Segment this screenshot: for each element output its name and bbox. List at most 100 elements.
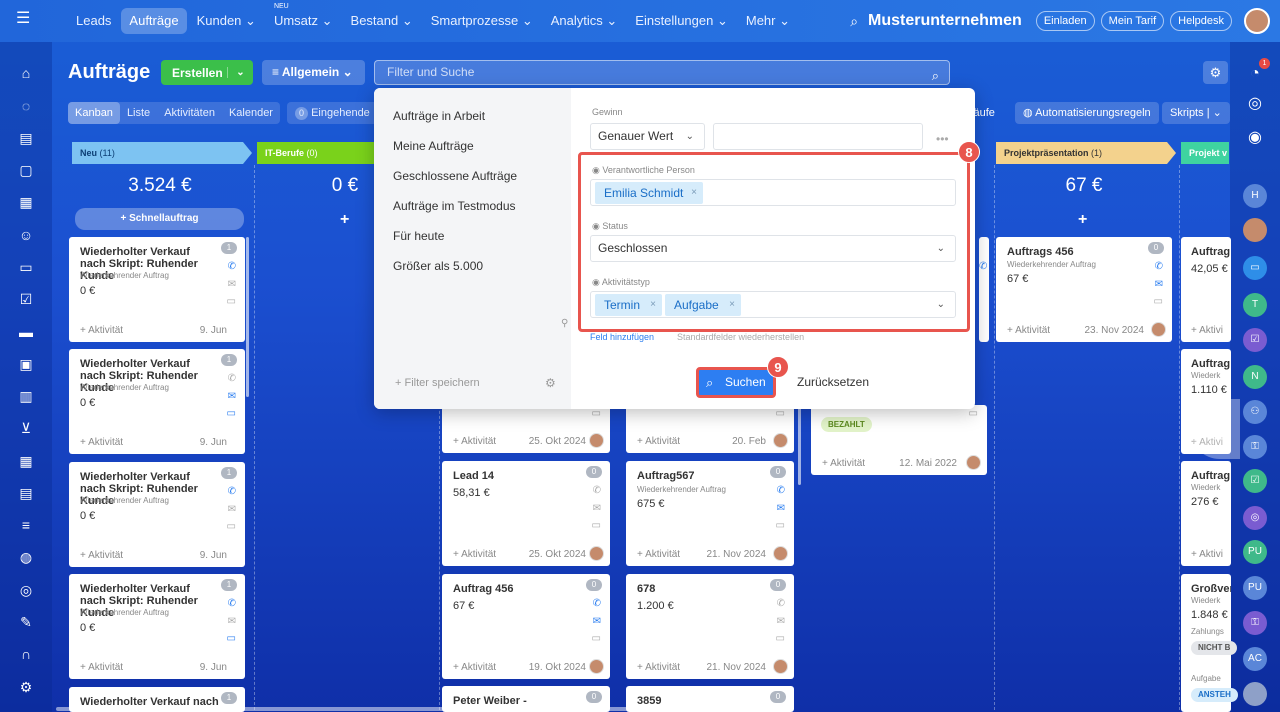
deal-card[interactable]: Lead 14 58,31 € 0 ✆ ✉ ▭ + Aktivität 25. … (442, 461, 610, 566)
chat-icon[interactable]: ▭ (969, 408, 978, 419)
avatar[interactable] (1243, 218, 1267, 242)
add-activity-link[interactable]: + Aktivi (1191, 549, 1223, 560)
analytics-icon[interactable]: ▥ (17, 387, 35, 405)
add-activity-link[interactable]: + Aktivität (637, 549, 680, 560)
chat-icon[interactable]: ▭ (592, 520, 601, 531)
phone-icon[interactable]: ✆ (228, 598, 236, 609)
add-field-link[interactable]: Feld hinzufügen (590, 332, 654, 342)
more-icon[interactable]: ••• (936, 132, 949, 146)
contact-avatar[interactable]: H (1243, 184, 1267, 208)
nav-analytics[interactable]: Analytics ⌄ (543, 8, 626, 34)
headset-icon[interactable]: ∩ (17, 645, 35, 663)
contact-avatar[interactable]: T (1243, 293, 1267, 317)
add-activity-link[interactable]: + Aktivität (80, 662, 123, 673)
contacts-icon[interactable]: ☺ (17, 226, 35, 244)
deal-card[interactable]: Wiederholter Verkauf nach Skript: Ruhend… (69, 574, 245, 679)
add-activity-link[interactable]: + Aktivität (1007, 325, 1050, 336)
settings-icon[interactable]: ⚙ (17, 678, 35, 696)
preset-dropdown[interactable]: ≡ Allgemein ⌄ (262, 60, 365, 85)
nav-leads[interactable]: Leads (68, 8, 119, 34)
phone-icon[interactable]: ✆ (228, 261, 236, 272)
nav-kunden[interactable]: Kunden ⌄ (189, 8, 264, 34)
avatar[interactable] (1243, 682, 1267, 706)
scripts-button[interactable]: Skripts | ⌄ (1162, 102, 1230, 124)
schedule-icon[interactable]: ▤ (17, 484, 35, 502)
deal-card[interactable]: 678 1.200 € 0 ✆ ✉ ▭ + Aktivität 21. Nov … (626, 574, 794, 679)
tab-kalender[interactable]: Kalender (222, 102, 280, 124)
nav-bestand[interactable]: Bestand ⌄ (343, 8, 421, 34)
column-header-projektpraesentation[interactable]: Projektpräsentation (1) (996, 142, 1176, 164)
create-button[interactable]: Erstellen ⌄ (161, 60, 253, 85)
chat-icon[interactable]: ▭ (227, 521, 236, 532)
chevron-down-icon[interactable]: ⌄ (227, 67, 253, 78)
contact-avatar[interactable]: AC (1243, 647, 1267, 671)
robot-icon[interactable]: ◍ (17, 548, 35, 566)
nav-smartprozesse[interactable]: Smartprozesse ⌄ (423, 8, 541, 34)
add-activity-link[interactable]: + Aktivi (1191, 325, 1223, 336)
chat-icon[interactable]: ▭ (227, 408, 236, 419)
preset-item[interactable]: Aufträge in Arbeit (393, 109, 485, 123)
documents-icon[interactable]: ▭ (17, 258, 35, 276)
chat-icon[interactable]: ▭ (776, 520, 785, 531)
column-header-projekt-v[interactable]: Projekt v (1181, 142, 1229, 164)
add-activity-link[interactable]: + Aktivität (80, 550, 123, 561)
deal-card[interactable]: Wiederholter Verkauf nach Skript: Ruhend… (69, 349, 245, 454)
add-activity-link[interactable]: + Aktivität (637, 662, 680, 673)
add-activity-link[interactable]: + Aktivität (80, 325, 123, 336)
deal-card[interactable]: Wiederholter Verkauf nach Skript: Ruhend… (69, 462, 245, 567)
preset-item[interactable]: Für heute (393, 229, 444, 243)
chat-icon[interactable]: ▭ (592, 408, 601, 419)
mail-icon[interactable]: ✉ (228, 279, 236, 290)
save-filter-button[interactable]: + Filter speichern (395, 377, 480, 389)
chat-icon[interactable]: ▭ (227, 296, 236, 307)
contact-avatar[interactable]: N (1243, 365, 1267, 389)
home-icon[interactable]: ⌂ (17, 64, 35, 82)
sign-icon[interactable]: ✎ (17, 613, 35, 631)
automation-rules-button[interactable]: ◍ Automatisierungsregeln (1015, 102, 1159, 124)
group-icon[interactable]: ⚇ (1243, 400, 1267, 424)
horizontal-scrollbar[interactable] (56, 707, 674, 711)
gewinn-value-input[interactable] (713, 123, 923, 150)
nav-einstellungen[interactable]: Einstellungen ⌄ (627, 8, 736, 34)
chat-icon[interactable]: ▭ (592, 633, 601, 644)
mail-icon[interactable]: ✉ (777, 616, 785, 627)
lock-icon[interactable]: ⚿ (1243, 435, 1267, 459)
deal-card[interactable]: ▭ + Aktivität 25. Okt 2024 (442, 405, 610, 453)
nav-umsatz[interactable]: NEU Umsatz ⌄ (266, 3, 341, 34)
helpdesk-button[interactable]: Helpdesk (1170, 11, 1232, 31)
scrollbar[interactable] (798, 405, 801, 485)
nav-mehr[interactable]: Mehr ⌄ (738, 8, 798, 34)
target-icon[interactable]: ◎ (1243, 506, 1267, 530)
preset-item[interactable]: Größer als 5.000 (393, 259, 483, 273)
tab-aktivitaeten[interactable]: Aktivitäten (157, 102, 222, 124)
avatar[interactable] (1244, 8, 1270, 34)
add-activity-link[interactable]: + Aktivität (453, 662, 496, 673)
add-activity-link[interactable]: + Aktivität (453, 436, 496, 447)
phone-icon[interactable]: ✆ (777, 598, 785, 609)
company-name[interactable]: Musterunternehmen (868, 12, 1022, 30)
incoming-button[interactable]: 0 Eingehende (287, 102, 378, 124)
filter-icon[interactable]: ≡ (17, 516, 35, 534)
chat-icon[interactable]: ▭ (227, 633, 236, 644)
invite-button[interactable]: Einladen (1035, 11, 1095, 31)
chat-icon[interactable]: ▭ (1154, 296, 1163, 307)
add-activity-link[interactable]: + Aktivität (822, 458, 865, 469)
checklist-icon[interactable]: ☑ (17, 290, 35, 308)
mail-icon[interactable]: ✉ (228, 504, 236, 515)
phone-icon[interactable]: ✆ (1155, 261, 1163, 272)
lock-icon[interactable]: ⚿ (1243, 611, 1267, 635)
crm-icon[interactable]: ▣ (17, 355, 35, 373)
chat-icon[interactable]: ▭ (776, 633, 785, 644)
mail-icon[interactable]: ✉ (1155, 279, 1163, 290)
deal-card[interactable]: ▭ + Aktivität 20. Feb (626, 405, 794, 453)
tab-kanban[interactable]: Kanban (68, 102, 120, 124)
search-icon[interactable]: ⌕ (850, 13, 858, 30)
chat-icon[interactable]: ▢ (17, 161, 35, 179)
task-icon[interactable]: ☑ (1243, 469, 1267, 493)
add-card-plus-icon[interactable]: + (340, 211, 349, 229)
calendar-icon[interactable]: ▦ (17, 193, 35, 211)
menu-icon[interactable]: ☰ (16, 11, 34, 27)
pin-icon[interactable]: ⚲ (561, 318, 568, 329)
contact-avatar[interactable]: PU (1243, 540, 1267, 564)
tariff-button[interactable]: Mein Tarif (1100, 11, 1165, 31)
